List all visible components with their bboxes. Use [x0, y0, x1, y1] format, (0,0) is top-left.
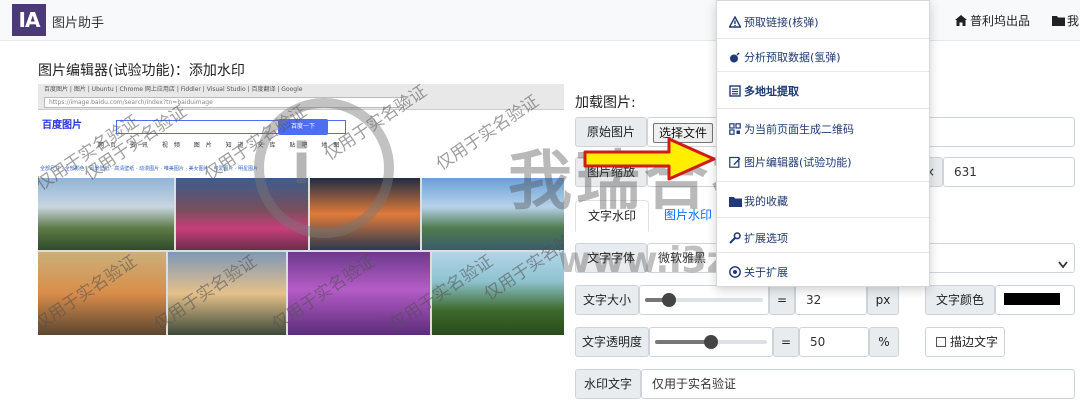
- menu-divider: [717, 38, 929, 39]
- text-size-unit: px: [867, 285, 899, 315]
- load-image-label: 加载图片:: [575, 95, 636, 111]
- preview-image-tabs: 网页 资讯 视频 图片 知道 文库 贴吧 地图: [98, 142, 346, 149]
- nav-link-author-label: 普利坞出品: [970, 14, 1031, 28]
- menu-divider: [717, 217, 929, 218]
- preview-thumb: [432, 252, 564, 335]
- watermark-text-label: 水印文字: [575, 369, 641, 399]
- home-icon: [955, 15, 967, 26]
- preview-page-header: 百度图片 百度一下 网页 资讯 视频 图片 知道 文库 贴吧 地图 全部尺寸 ·…: [38, 110, 564, 178]
- preview-search-button: 百度一下: [278, 119, 328, 135]
- menu-item-prefetch-links[interactable]: 预取链接(核弹): [728, 14, 819, 30]
- preview-canvas: 百度图片 | 图片 | Ubuntu | Chrome 网上应用店 | Fidd…: [38, 84, 564, 335]
- stroke-text-label: 描边文字: [950, 335, 999, 349]
- text-size-slider-thumb[interactable]: [662, 293, 676, 307]
- preview-thumb: [176, 178, 308, 250]
- qrcode-icon: [729, 123, 741, 135]
- nav-link-author[interactable]: 普利坞出品: [955, 12, 1030, 29]
- menu-item-label: 关于扩展: [744, 266, 788, 279]
- menu-item-analyze-prefetch[interactable]: 分析预取数据(氢弹): [729, 49, 841, 65]
- bomb-icon: [729, 51, 741, 63]
- opacity-eq: =: [773, 327, 799, 357]
- tab-image-watermark[interactable]: 图片水印: [652, 200, 724, 230]
- menu-item-label: 扩展选项: [744, 232, 788, 245]
- arrow-annotation: [583, 136, 717, 182]
- menu-item-image-editor[interactable]: 图片编辑器(试验功能): [729, 154, 852, 170]
- menu-item-multi-address[interactable]: 多地址提取: [729, 83, 799, 99]
- preview-thumb: [38, 252, 166, 335]
- opacity-slider-fill: [655, 340, 711, 344]
- preview-baidu-logo: 百度图片: [42, 120, 82, 131]
- text-size-label: 文字大小: [575, 285, 639, 315]
- wrench-icon: [729, 232, 741, 244]
- font-select-value: 微软雅黑: [658, 251, 707, 265]
- menu-item-label: 为当前页面生成二维码: [744, 123, 854, 136]
- text-color-swatch: [1004, 293, 1060, 305]
- opacity-label: 文字透明度: [575, 327, 649, 357]
- preview-thumb: [38, 178, 174, 250]
- warning-icon: [728, 15, 742, 28]
- opacity-slider[interactable]: [655, 335, 767, 349]
- nav-link-my[interactable]: 我的: [1052, 12, 1080, 29]
- nav-link-my-label: 我的: [1067, 14, 1080, 28]
- image-height-input[interactable]: 631: [943, 157, 1075, 187]
- app-brand[interactable]: 图片助手: [52, 12, 104, 31]
- opacity-unit: %: [869, 327, 899, 357]
- preview-browser-url: https://image.baidu.com/search/index?tn=…: [44, 97, 404, 108]
- tab-text-watermark[interactable]: 文字水印: [575, 200, 650, 232]
- opacity-slider-thumb[interactable]: [704, 335, 718, 349]
- opacity-input[interactable]: 50: [799, 327, 869, 357]
- edit-icon: [729, 156, 741, 168]
- info-icon: [729, 266, 741, 278]
- preview-filters: 全部尺寸 · 全部颜色 · 风景壁纸 · 高清壁纸 · 动漫图片 · 唯美图片 …: [40, 166, 259, 172]
- menu-item-label: 分析预取数据(氢弹): [744, 51, 841, 64]
- folder-icon: [1052, 15, 1065, 26]
- menu-divider: [717, 252, 929, 253]
- menu-item-label: 图片编辑器(试验功能): [744, 156, 852, 169]
- page-title: 图片编辑器(试验功能)：添加水印: [38, 63, 245, 79]
- tools-dropdown-menu: 预取链接(核弹) 分析预取数据(氢弹) 多地址提取 为当前页面生成二维码 图片编…: [716, 0, 930, 287]
- text-size-input[interactable]: 32: [795, 285, 867, 315]
- preview-thumb: [422, 178, 564, 250]
- chevron-down-icon: [1058, 254, 1068, 273]
- menu-item-options[interactable]: 扩展选项: [729, 230, 788, 246]
- list-icon: [729, 85, 741, 97]
- menu-item-favorites[interactable]: 我的收藏: [729, 193, 788, 209]
- preview-browser-tabs: 百度图片 | 图片 | Ubuntu | Chrome 网上应用店 | Fidd…: [44, 86, 303, 93]
- menu-divider: [717, 181, 929, 182]
- preview-thumb: [310, 178, 420, 250]
- text-size-eq: =: [769, 285, 795, 315]
- menu-item-label: 预取链接(核弹): [744, 16, 819, 29]
- preview-browser-bar: 百度图片 | 图片 | Ubuntu | Chrome 网上应用店 | Fidd…: [38, 84, 564, 110]
- text-size-slider[interactable]: [645, 293, 763, 307]
- menu-item-label: 我的收藏: [744, 195, 788, 208]
- preview-thumb: [288, 252, 430, 335]
- menu-divider: [717, 108, 929, 109]
- watermark-text-input[interactable]: 仅用于实名验证: [641, 369, 1075, 399]
- stroke-text-checkbox[interactable]: 描边文字: [925, 327, 1005, 357]
- menu-divider: [717, 71, 929, 72]
- text-color-label: 文字颜色: [925, 285, 995, 315]
- font-label: 文字字体: [575, 243, 647, 273]
- app-logo: IA: [12, 4, 46, 36]
- checkbox-icon: [936, 337, 946, 347]
- preview-thumb: [168, 252, 286, 335]
- folder-icon: [729, 196, 742, 208]
- menu-item-about[interactable]: 关于扩展: [729, 264, 788, 280]
- menu-item-label: 多地址提取: [744, 85, 799, 98]
- page-root: IA 图片助手 普利坞出品 我的 图片编辑器(试验功能)：添加水印 百度图片 |…: [0, 0, 1080, 409]
- menu-item-qrcode[interactable]: 为当前页面生成二维码: [729, 121, 854, 137]
